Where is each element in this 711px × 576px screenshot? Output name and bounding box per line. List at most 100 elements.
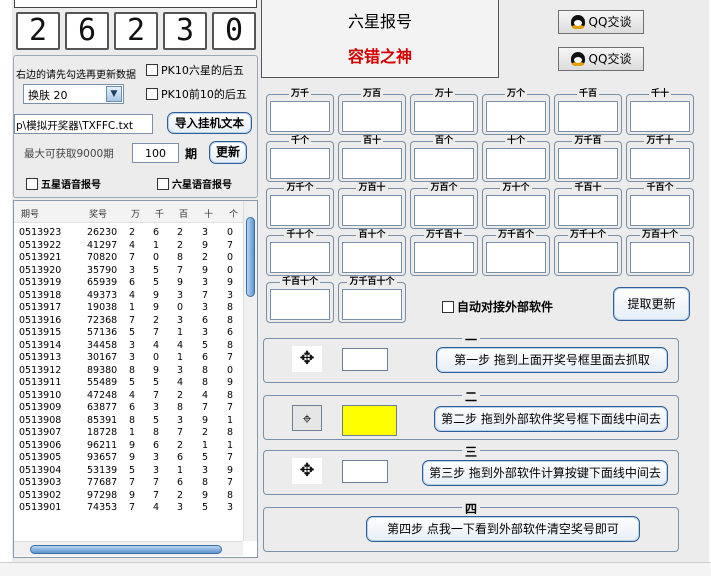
voice-five-checkbox[interactable]: 五星语音报号	[26, 176, 101, 191]
history-cell: 7	[129, 477, 136, 488]
history-cell: 1	[129, 427, 136, 438]
combo-group-field[interactable]	[486, 195, 546, 226]
history-row[interactable]: 0513921 70820 7 0 8 2 0	[19, 252, 243, 265]
history-row[interactable]: 0513914 34458 3 4 4 5 8	[19, 340, 243, 353]
history-row[interactable]: 0513907 18728 1 8 7 2 8	[19, 427, 243, 440]
history-row[interactable]: 0513919 65939 6 5 9 3 9	[19, 277, 243, 290]
combo-group-field[interactable]	[342, 242, 402, 273]
combo-group-label-text: 万千十	[644, 136, 676, 146]
combo-group-field[interactable]	[486, 101, 546, 132]
combo-group-field[interactable]	[414, 101, 474, 132]
history-cell: 7	[153, 477, 160, 488]
history-row[interactable]: 0513901 74353 7 4 3 5 3	[19, 502, 243, 515]
history-vscroll-thumb[interactable]	[246, 217, 255, 297]
combo-group-field[interactable]	[558, 242, 618, 273]
combo-group-label: 万千百十	[411, 229, 477, 241]
combo-group-field[interactable]	[558, 101, 618, 132]
pk10-top10-back5-checkbox[interactable]: PK10前10的后五	[146, 86, 247, 102]
history-cell: 18728	[87, 427, 118, 438]
history-cell: 41297	[87, 239, 118, 251]
history-hscroll-thumb[interactable]	[30, 545, 222, 554]
history-cell: 63877	[87, 402, 118, 413]
combo-group-field[interactable]	[630, 242, 690, 273]
combo-group-field[interactable]	[558, 148, 618, 179]
combo-group-field[interactable]	[270, 101, 330, 132]
combo-group-label-text: 万百十	[356, 183, 388, 193]
combo-group-field[interactable]	[486, 242, 546, 273]
combo-group-field[interactable]	[558, 195, 618, 226]
combo-group-field[interactable]	[270, 242, 330, 273]
combo-group-label-text: 千百十	[572, 183, 604, 193]
combo-group-label: 万百十个	[627, 229, 693, 241]
history-row[interactable]: 0513906 96211 9 6 2 1 1	[19, 440, 243, 453]
combo-group-field[interactable]	[342, 101, 402, 132]
combo-group: 千百个	[626, 183, 694, 229]
move-crosshair-icon[interactable]: ✥	[292, 346, 322, 372]
history-row[interactable]: 0513913 30167 3 0 1 6 7	[19, 352, 243, 365]
combo-group-field[interactable]	[342, 289, 402, 320]
history-row[interactable]: 0513912 89380 8 9 3 8 0	[19, 365, 243, 378]
app-title: 六星报号	[347, 12, 412, 31]
history-cell: 2	[202, 427, 209, 438]
path-input[interactable]: p\模拟开奖器\TXFFC.txt	[14, 114, 153, 134]
history-cell: 57136	[87, 327, 118, 338]
combo-group-label: 万十	[411, 88, 477, 100]
history-row[interactable]: 0513916 72368 7 2 3 6 8	[19, 315, 243, 328]
history-cell: 3	[153, 452, 160, 463]
combo-group-label-text: 万千百	[572, 136, 604, 146]
crosshair-target-icon[interactable]: ⌖	[292, 405, 322, 431]
update-button[interactable]: 更新	[209, 141, 247, 164]
history-row[interactable]: 0513917 19038 1 9 0 3 8	[19, 302, 243, 315]
combo-group-field[interactable]	[414, 148, 474, 179]
period-count-input[interactable]: 100	[132, 143, 179, 163]
combo-group-field[interactable]	[342, 195, 402, 226]
combo-group-field[interactable]	[630, 195, 690, 226]
combo-group-field[interactable]	[414, 242, 474, 273]
digit-5: 0	[212, 12, 256, 50]
combo-group-field[interactable]	[414, 195, 474, 226]
history-row[interactable]: 0513920 35790 3 5 7 9 0	[19, 265, 243, 278]
step-3-button[interactable]: 第三步 拖到外部软件计算按键下面线中间去	[422, 460, 668, 486]
combo-group-field[interactable]	[270, 195, 330, 226]
combo-group-field[interactable]	[630, 101, 690, 132]
import-text-button[interactable]: 导入挂机文本	[167, 112, 252, 134]
combo-group-field[interactable]	[270, 148, 330, 179]
step-1-title: 一	[264, 331, 678, 348]
history-row[interactable]: 0513915 57136 5 7 1 3 6	[19, 327, 243, 340]
history-row[interactable]: 0513902 97298 9 7 2 9 8	[19, 490, 243, 503]
combo-group-field[interactable]	[486, 148, 546, 179]
combo-group-field[interactable]	[342, 148, 402, 179]
history-row[interactable]: 0513911 55489 5 5 4 8 9	[19, 377, 243, 390]
qq-chat-button-2[interactable]: QQ交谈	[558, 47, 644, 71]
history-hscrollbar[interactable]	[14, 541, 243, 556]
combo-group-label: 万百十	[339, 182, 405, 194]
history-cell: 0513905	[19, 452, 62, 463]
fetch-update-button[interactable]: 提取更新	[613, 287, 690, 321]
history-cell: 7	[227, 452, 234, 463]
history-row[interactable]: 0513908 85391 8 5 3 9 1	[19, 415, 243, 428]
history-vscrollbar[interactable]	[243, 201, 257, 541]
history-row[interactable]: 0513922 41297 4 1 2 9 7	[19, 240, 243, 253]
history-cell: 6	[202, 352, 209, 363]
step-4-button[interactable]: 第四步 点我一下看到外部软件清空奖号即可	[366, 516, 640, 542]
qq-chat-button-1[interactable]: QQ交谈	[558, 10, 644, 34]
history-row[interactable]: 0513910 47248 4 7 2 4 8	[19, 390, 243, 403]
history-row[interactable]: 0513904 53139 5 3 1 3 9	[19, 465, 243, 478]
history-row[interactable]: 0513918 49373 4 9 3 7 3	[19, 290, 243, 303]
combo-group-label-text: 千百	[576, 89, 599, 99]
auto-connect-checkbox[interactable]: 自动对接外部软件	[442, 298, 553, 315]
step-1-button[interactable]: 第一步 拖到上面开奖号框里面去抓取	[436, 347, 668, 373]
combo-group-field[interactable]	[630, 148, 690, 179]
skin-select[interactable]: 换肤 20 ▼	[23, 84, 124, 104]
history-row[interactable]: 0513905 93657 9 3 6 5 7	[19, 452, 243, 465]
history-row[interactable]: 0513903 77687 7 7 6 8 7	[19, 477, 243, 490]
voice-six-checkbox[interactable]: 六星语音报号	[157, 176, 232, 191]
combo-group-field[interactable]	[270, 289, 330, 320]
history-row[interactable]: 0513923 26230 2 6 2 3 0	[19, 227, 243, 240]
move-crosshair-icon[interactable]: ✥	[292, 458, 322, 484]
step-2-button[interactable]: 第二步 拖到外部软件奖号框下面线中间去	[434, 406, 668, 432]
digit-3: 2	[114, 12, 158, 50]
history-row[interactable]: 0513909 63877 6 3 8 7 7	[19, 402, 243, 415]
history-cell: 3	[177, 364, 184, 376]
pk10-six-back5-checkbox[interactable]: PK10六星的后五	[146, 62, 244, 78]
